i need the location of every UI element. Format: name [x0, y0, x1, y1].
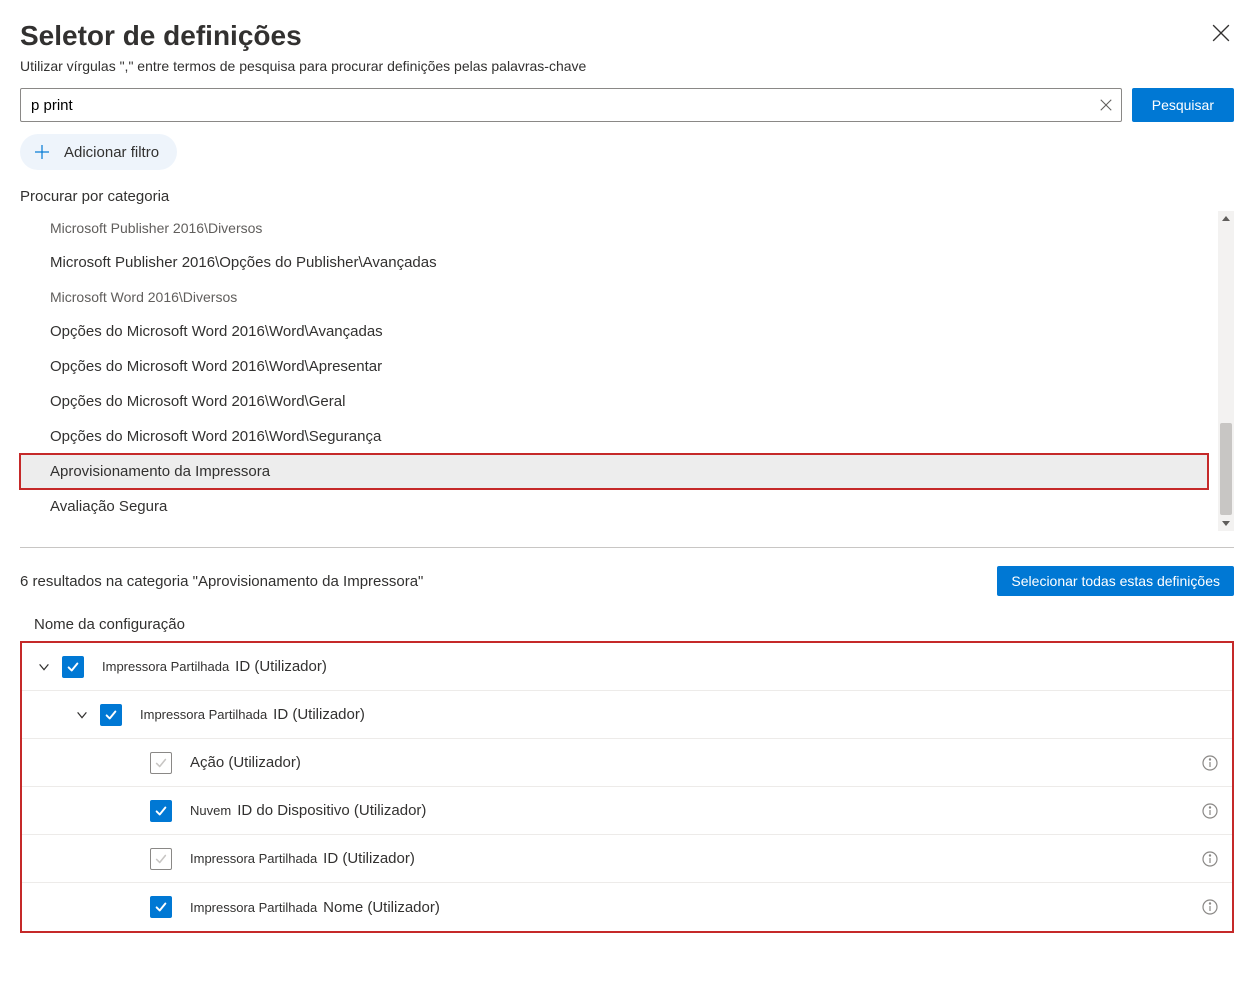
info-icon[interactable]: [1202, 803, 1218, 819]
category-item[interactable]: Aprovisionamento da Impressora: [20, 454, 1208, 489]
config-table: Impressora PartilhadaID (Utilizador) Impr…: [20, 641, 1234, 933]
add-filter-button[interactable]: Adicionar filtro: [20, 134, 177, 170]
config-row[interactable]: Ação (Utilizador): [22, 739, 1232, 787]
scroll-thumb[interactable]: [1220, 423, 1232, 515]
results-text: resultados na categoria "Aprovisionament…: [33, 573, 424, 590]
config-header: Nome da configuração: [34, 616, 1234, 633]
dialog-title: Seletor de definições: [20, 20, 586, 52]
checkbox[interactable]: [150, 848, 172, 870]
plus-icon: [30, 140, 54, 164]
info-icon[interactable]: [1202, 755, 1218, 771]
config-row-label: Ação (Utilizador): [190, 754, 1202, 771]
config-row[interactable]: Impressora PartilhadaNome (Utilizador): [22, 883, 1232, 931]
category-item[interactable]: Microsoft Publisher 2016\Diversos: [20, 211, 1208, 245]
category-item[interactable]: Microsoft Publisher 2016\Opções do Publi…: [20, 245, 1208, 280]
category-list: Microsoft Publisher 2016\DiversosMicroso…: [20, 211, 1218, 531]
config-row-label: Impressora PartilhadaID (Utilizador): [190, 850, 1202, 867]
config-row[interactable]: NuvemID do Dispositivo (Utilizador): [22, 787, 1232, 835]
category-item[interactable]: Opções do Microsoft Word 2016\Word\Apres…: [20, 349, 1208, 384]
category-item[interactable]: Opções do Microsoft Word 2016\Word\Avanç…: [20, 314, 1208, 349]
config-row-label: NuvemID do Dispositivo (Utilizador): [190, 802, 1202, 819]
scrollbar[interactable]: [1218, 211, 1234, 531]
add-filter-label: Adicionar filtro: [64, 144, 159, 161]
checkbox[interactable]: [150, 752, 172, 774]
search-box[interactable]: [20, 88, 1122, 122]
config-row[interactable]: Impressora PartilhadaID (Utilizador): [22, 643, 1232, 691]
checkbox[interactable]: [100, 704, 122, 726]
scroll-up-arrow-icon[interactable]: [1218, 211, 1234, 227]
category-section-label: Procurar por categoria: [20, 188, 1234, 205]
chevron-down-icon[interactable]: [32, 660, 56, 674]
category-item[interactable]: Opções do Microsoft Word 2016\Word\Geral: [20, 384, 1208, 419]
category-item[interactable]: Avaliação Segura: [20, 489, 1208, 524]
select-all-button[interactable]: Selecionar todas estas definições: [997, 566, 1234, 596]
checkbox[interactable]: [150, 896, 172, 918]
clear-icon: [1099, 98, 1113, 112]
category-item[interactable]: Opções do Microsoft Word 2016\Word\Segur…: [20, 419, 1208, 454]
info-icon[interactable]: [1202, 851, 1218, 867]
search-button[interactable]: Pesquisar: [1132, 88, 1234, 122]
results-count: 6: [20, 573, 28, 590]
scroll-down-arrow-icon[interactable]: [1218, 515, 1234, 531]
divider: [20, 547, 1234, 548]
close-button[interactable]: [1208, 20, 1234, 49]
chevron-down-icon[interactable]: [70, 708, 94, 722]
dialog-subtitle: Utilizar vírgulas "," entre termos de pe…: [20, 58, 586, 74]
search-input[interactable]: [29, 96, 1099, 115]
checkbox[interactable]: [150, 800, 172, 822]
config-row[interactable]: Impressora PartilhadaID (Utilizador): [22, 691, 1232, 739]
checkbox[interactable]: [62, 656, 84, 678]
category-item[interactable]: Microsoft Word 2016\Diversos: [20, 280, 1208, 314]
config-row-label: Impressora PartilhadaID (Utilizador): [102, 658, 1218, 675]
close-icon: [1212, 24, 1230, 42]
config-row-label: Impressora PartilhadaNome (Utilizador): [190, 899, 1202, 916]
config-row-label: Impressora PartilhadaID (Utilizador): [140, 706, 1218, 723]
clear-search-button[interactable]: [1099, 98, 1113, 112]
results-summary: 6 resultados na categoria "Aprovisioname…: [20, 573, 423, 590]
info-icon[interactable]: [1202, 899, 1218, 915]
config-row[interactable]: Impressora PartilhadaID (Utilizador): [22, 835, 1232, 883]
